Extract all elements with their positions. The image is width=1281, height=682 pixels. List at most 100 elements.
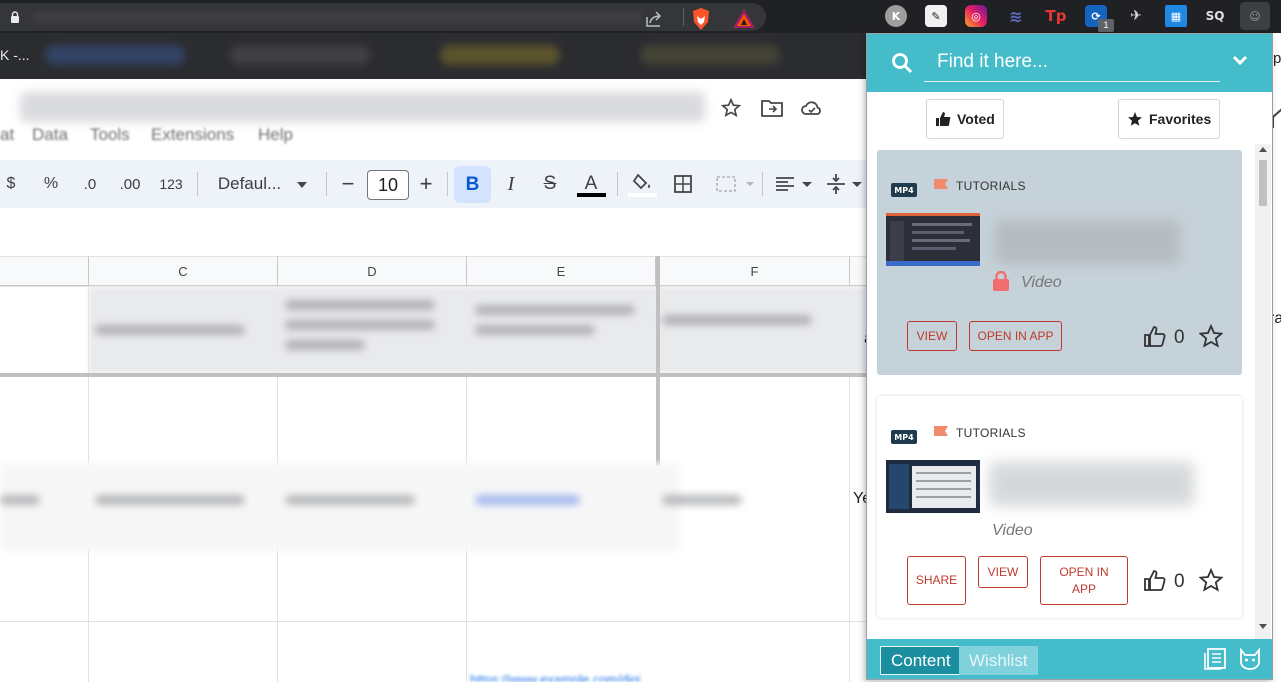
popup-scrollbar[interactable] — [1255, 144, 1271, 639]
font-size-increase-button[interactable]: + — [416, 160, 436, 208]
extension-badge: 1 — [1098, 19, 1114, 32]
align-left-icon[interactable] — [774, 174, 814, 194]
cell-redacted — [285, 300, 435, 310]
cell-redacted — [285, 495, 415, 505]
bold-button[interactable]: B — [454, 166, 491, 203]
bird-icon[interactable]: ✈ — [1125, 5, 1147, 27]
toolbar-divider — [326, 172, 327, 196]
video-thumbnail[interactable] — [886, 213, 980, 266]
column-header-b[interactable] — [0, 256, 89, 286]
menu-help[interactable]: Help — [258, 125, 293, 145]
favorite-star-icon[interactable] — [1199, 568, 1223, 592]
tp-icon[interactable]: Tp — [1045, 5, 1067, 27]
content-card[interactable]: MP4 TUTORIALS Video VIEW OPEN IN APP 0 — [877, 150, 1242, 375]
search-input[interactable] — [924, 42, 1220, 82]
brave-shield-icon[interactable] — [690, 7, 712, 31]
rewards-triangle-icon[interactable] — [731, 7, 757, 31]
browser-toolbar — [0, 0, 880, 33]
popup-footer: Content Wishlist — [867, 639, 1272, 679]
decrease-decimal-button[interactable]: .0 — [76, 160, 104, 208]
cat-icon[interactable]: ☺ — [1240, 2, 1270, 30]
tab-content[interactable]: Content — [880, 646, 962, 675]
font-size-input[interactable]: 10 — [367, 170, 409, 200]
cat-logo-icon[interactable] — [1237, 647, 1263, 671]
open-in-app-button[interactable]: OPEN IN APP — [1040, 556, 1128, 605]
favorite-star-icon[interactable] — [1199, 324, 1223, 348]
vertical-align-icon[interactable] — [825, 172, 865, 196]
merge-cells-icon[interactable] — [715, 174, 755, 194]
view-button[interactable]: VIEW — [907, 321, 957, 351]
sq-icon[interactable]: SQ — [1204, 5, 1226, 27]
thumbs-up-icon[interactable] — [1143, 569, 1167, 591]
tab-redacted[interactable] — [45, 45, 185, 65]
fill-color-swatch — [628, 193, 657, 197]
toolbar-divider — [197, 172, 198, 196]
lock-icon — [11, 11, 19, 23]
documents-icon[interactable] — [1202, 647, 1228, 671]
tab-redacted[interactable] — [640, 45, 780, 65]
content-type-label: Video — [1021, 274, 1062, 291]
italic-button[interactable]: I — [500, 160, 522, 208]
k-icon[interactable]: K — [885, 5, 907, 27]
scroll-up-arrow-icon[interactable] — [1259, 146, 1267, 152]
open-in-app-button[interactable]: OPEN IN APP — [969, 321, 1062, 351]
cell-link-redacted[interactable]: https://www.example.com/digital — [470, 672, 640, 682]
toolbar-divider — [762, 172, 763, 196]
doc-title-redacted[interactable] — [20, 92, 705, 122]
column-header-c[interactable]: C — [89, 256, 278, 286]
video-thumbnail[interactable] — [886, 460, 980, 513]
content-title-redacted[interactable] — [995, 220, 1180, 264]
menu-data[interactable]: Data — [32, 125, 68, 145]
share-button[interactable]: SHARE — [907, 556, 966, 605]
percent-button[interactable]: % — [38, 160, 64, 208]
column-header-d[interactable]: D — [278, 256, 467, 286]
number-format-button[interactable]: 123 — [156, 160, 186, 208]
tab-wishlist[interactable]: Wishlist — [959, 646, 1038, 675]
content-list[interactable]: MP4 TUTORIALS Video VIEW OPEN IN APP 0 M… — [867, 148, 1255, 640]
frozen-row-divider[interactable] — [0, 373, 868, 377]
fill-color-icon[interactable] — [630, 172, 654, 194]
tab-title[interactable]: K -... — [0, 47, 30, 63]
cloud-status-icon[interactable] — [800, 97, 824, 119]
currency-button[interactable]: $ — [0, 160, 22, 208]
share-icon[interactable] — [643, 8, 665, 30]
text-color-button[interactable]: A — [578, 160, 604, 208]
font-size-decrease-button[interactable]: − — [338, 160, 358, 208]
frozen-column-divider[interactable] — [656, 256, 660, 466]
font-select[interactable]: Defaul... — [212, 160, 287, 208]
quill-icon[interactable]: ✎ — [925, 5, 947, 27]
thumbs-up-icon — [936, 112, 951, 126]
view-button[interactable]: VIEW — [978, 556, 1028, 588]
row-redacted[interactable] — [0, 463, 680, 551]
instagram-icon[interactable]: ◎ — [965, 5, 987, 27]
content-title-redacted[interactable] — [989, 462, 1194, 506]
menu-extensions[interactable]: Extensions — [151, 125, 234, 145]
content-card[interactable]: MP4 TUTORIALS Video SHARE VIEW OPEN IN A… — [877, 396, 1242, 618]
tab-redacted[interactable] — [230, 45, 370, 65]
chevron-down-icon[interactable] — [1231, 51, 1249, 69]
grid-icon[interactable]: ▦ — [1165, 5, 1187, 27]
borders-icon[interactable] — [673, 174, 693, 194]
favorites-filter-button[interactable]: Favorites — [1118, 99, 1221, 139]
scrollbar-thumb[interactable] — [1259, 160, 1267, 206]
increase-decimal-button[interactable]: .00 — [114, 160, 146, 208]
cell-redacted — [285, 340, 365, 350]
tab-redacted[interactable] — [440, 45, 560, 65]
column-header-e[interactable]: E — [467, 256, 656, 286]
strikethrough-button[interactable]: S — [539, 160, 561, 208]
voted-label: Voted — [957, 111, 995, 127]
star-icon[interactable] — [720, 97, 742, 119]
waves-icon[interactable]: ≋ — [1005, 5, 1027, 27]
category-label: TUTORIALS — [956, 179, 1026, 193]
address-bar[interactable] — [0, 3, 766, 31]
menu-tools[interactable]: Tools — [90, 125, 130, 145]
chevron-down-icon[interactable] — [296, 181, 308, 189]
menu-format[interactable]: at — [0, 125, 14, 145]
thumbs-up-icon[interactable] — [1143, 325, 1167, 347]
cell-link-redacted[interactable] — [475, 495, 580, 505]
voted-filter-button[interactable]: Voted — [926, 99, 1004, 139]
move-folder-icon[interactable] — [760, 97, 784, 119]
column-header-f[interactable]: F — [660, 256, 850, 286]
scroll-down-arrow-icon[interactable] — [1259, 624, 1267, 630]
home-icon[interactable] — [1272, 107, 1281, 129]
